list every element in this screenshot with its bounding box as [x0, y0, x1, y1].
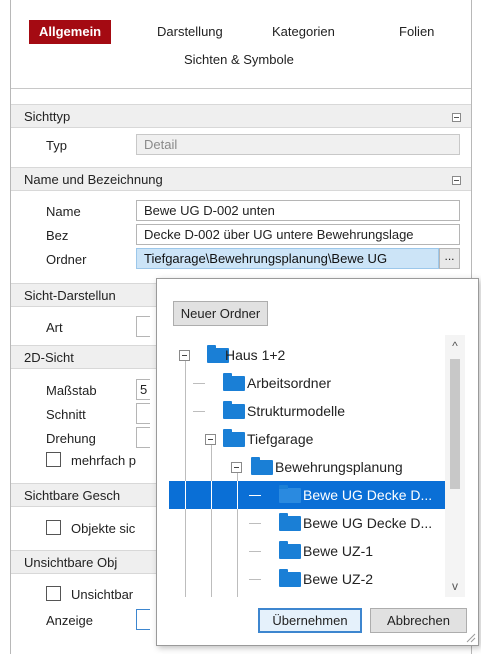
scroll-down-icon[interactable]: v: [445, 577, 465, 595]
folder-picker-popup: Neuer Ordner Haus 1+2 Arbeitsordner Stru…: [156, 278, 479, 646]
section-sichttyp-header[interactable]: Sichttyp: [11, 104, 471, 128]
mehrfach-checkbox[interactable]: [46, 452, 61, 467]
folder-icon: [251, 457, 273, 475]
tree-connector: [249, 579, 261, 580]
tree-guide-line: [211, 481, 212, 509]
name-field[interactable]: Bewe UG D-002 unten: [136, 200, 460, 221]
resize-grip-icon[interactable]: [464, 631, 476, 643]
folder-icon: [279, 485, 301, 503]
tab-folien[interactable]: Folien: [399, 24, 434, 39]
bez-field[interactable]: Decke D-002 über UG untere Bewehrungslag…: [136, 224, 460, 245]
unsichtbar-label: Unsichtbar: [71, 587, 134, 602]
tree-item-label: Tiefgarage: [247, 431, 314, 447]
tree-item-label: Bewe UG Decke D...: [303, 515, 433, 531]
collapse-icon[interactable]: [231, 462, 242, 473]
schnitt-label: Schnitt: [46, 407, 86, 422]
bez-label: Bez: [46, 228, 69, 243]
typ-label: Typ: [46, 138, 67, 153]
tree-item-bewe-ug-decke-2[interactable]: Bewe UG Decke D...: [169, 509, 445, 537]
section-title: Sicht-Darstellun: [24, 288, 116, 303]
tab-allgemein[interactable]: Allgemein: [29, 20, 112, 44]
tree-item-label: Bewehrungsplanung: [275, 459, 403, 475]
collapse-icon[interactable]: [452, 176, 461, 185]
section-title: Unsichtbare Obj: [24, 555, 118, 570]
mehrfach-label: mehrfach p: [71, 453, 137, 468]
tree-item-label: Bewe UZ-2: [303, 571, 374, 587]
ordner-field[interactable]: Tiefgarage\Bewehrungsplanung\Bewe UG: [136, 248, 439, 269]
tree-item-label: Haus 1+2: [225, 347, 286, 363]
divider: [11, 88, 471, 89]
tree-item-strukturmodelle[interactable]: Strukturmodelle: [169, 397, 445, 425]
cancel-button[interactable]: Abbrechen: [370, 608, 467, 633]
tree-item-label: Strukturmodelle: [247, 403, 346, 419]
section-name-header[interactable]: Name und Bezeichnung: [11, 167, 471, 191]
tree-item-label: Bewe UG Decke D...: [303, 487, 433, 503]
tree-item-tiefgarage[interactable]: Tiefgarage: [169, 425, 445, 453]
folder-icon: [223, 373, 245, 391]
scrollbar-thumb[interactable]: [450, 359, 460, 489]
tree-connector: [249, 523, 261, 524]
new-folder-button[interactable]: Neuer Ordner: [173, 301, 268, 326]
ordner-browse-button[interactable]: ...: [439, 248, 460, 269]
tree-connector: [249, 551, 261, 552]
folder-icon: [279, 541, 301, 559]
tree-connector: [249, 495, 261, 496]
tree-guide-line: [237, 481, 238, 509]
section-title: Sichttyp: [24, 109, 71, 124]
ordner-label: Ordner: [46, 252, 87, 267]
section-title: 2D-Sicht: [24, 350, 74, 365]
tree-item-bewe-uz-1[interactable]: Bewe UZ-1: [169, 537, 445, 565]
tab-sichten-symbole[interactable]: Sichten & Symbole: [184, 52, 294, 67]
properties-window: Allgemein Darstellung Kategorien Folien …: [10, 0, 479, 654]
tree-connector: [193, 383, 205, 384]
folder-icon: [223, 429, 245, 447]
apply-button[interactable]: Übernehmen: [258, 608, 362, 633]
folder-icon: [223, 401, 245, 419]
section-title: Sichtbare Gesch: [24, 488, 121, 503]
tab-darstellung[interactable]: Darstellung: [157, 24, 223, 39]
objekte-label: Objekte sic: [71, 521, 136, 536]
section-title: Name und Bezeichnung: [24, 172, 163, 187]
folder-icon: [279, 569, 301, 587]
drehung-field[interactable]: [136, 427, 150, 448]
tree-item-arbeitsordner[interactable]: Arbeitsordner: [169, 369, 445, 397]
objekte-checkbox[interactable]: [46, 520, 61, 535]
massstab-label: Maßstab: [46, 383, 97, 398]
tree-connector: [193, 411, 205, 412]
anzeige-field[interactable]: [136, 609, 150, 630]
tab-bar: Allgemein Darstellung Kategorien Folien …: [11, 0, 471, 88]
scroll-up-icon[interactable]: ^: [445, 337, 465, 355]
tab-kategorien[interactable]: Kategorien: [272, 24, 335, 39]
folder-icon: [279, 513, 301, 531]
massstab-field[interactable]: 5: [136, 379, 150, 400]
folder-tree: Haus 1+2 Arbeitsordner Strukturmodelle T…: [169, 335, 465, 597]
drehung-label: Drehung: [46, 431, 96, 446]
collapse-icon[interactable]: [205, 434, 216, 445]
collapse-icon[interactable]: [452, 113, 461, 122]
typ-field: Detail: [136, 134, 460, 155]
tree-item-label: Bewe UZ-1: [303, 543, 374, 559]
tree-guide-line: [185, 481, 186, 509]
anzeige-label: Anzeige: [46, 613, 93, 628]
tree-item-bewe-ug-decke-1[interactable]: Bewe UG Decke D...: [169, 481, 445, 509]
unsichtbar-checkbox[interactable]: [46, 586, 61, 601]
name-label: Name: [46, 204, 81, 219]
art-field[interactable]: [136, 316, 150, 337]
tree-item-label: Arbeitsordner: [247, 375, 332, 391]
schnitt-field[interactable]: [136, 403, 150, 424]
art-label: Art: [46, 320, 63, 335]
tree-scrollbar[interactable]: ^ v: [445, 335, 465, 597]
tree-item-bewehrungsplanung[interactable]: Bewehrungsplanung: [169, 453, 445, 481]
tree-item-bewe-uz-2[interactable]: Bewe UZ-2: [169, 565, 445, 593]
tree-item-haus[interactable]: Haus 1+2: [169, 341, 445, 369]
collapse-icon[interactable]: [179, 350, 190, 361]
